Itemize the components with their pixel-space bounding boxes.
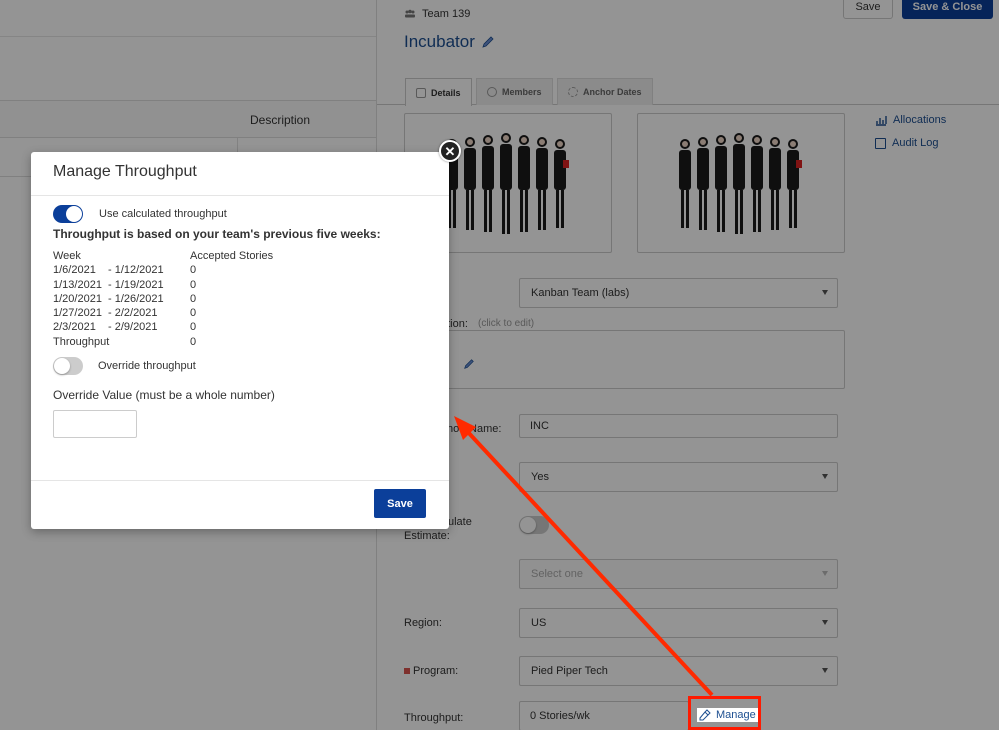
accepted-count: 0 — [190, 307, 197, 320]
use-calculated-toggle[interactable] — [53, 205, 83, 223]
toggle-knob — [66, 206, 82, 222]
column-header-week: Week — [53, 250, 81, 262]
manage-throughput-link[interactable]: Manage — [697, 708, 758, 722]
week-end: - 2/9/2021 — [108, 321, 158, 334]
throughput-total-label: Throughput — [53, 335, 110, 348]
manage-label: Manage — [716, 709, 756, 721]
week-end: - 1/12/2021 — [108, 264, 164, 277]
modal-footer-divider — [31, 480, 449, 481]
modal-title: Manage Throughput — [53, 163, 197, 180]
modal-header: Manage Throughput — [31, 152, 449, 196]
modal-save-button[interactable]: Save — [374, 489, 426, 518]
throughput-heading: Throughput is based on your team's previ… — [53, 227, 381, 241]
close-icon[interactable]: ✕ — [439, 140, 461, 162]
accepted-count: 0 — [190, 264, 197, 277]
week-start: 1/13/2021 — [53, 278, 102, 291]
week-end: - 1/26/2021 — [108, 292, 164, 305]
week-start: 2/3/2021 — [53, 321, 96, 334]
override-throughput-toggle[interactable] — [53, 357, 83, 375]
accepted-count: 0 — [190, 321, 197, 334]
override-value-input[interactable] — [53, 410, 137, 438]
week-start: 1/20/2021 — [53, 292, 102, 305]
use-calculated-label: Use calculated throughput — [99, 208, 227, 220]
throughput-total-value: 0 — [190, 335, 197, 348]
override-value-label: Override Value (must be a whole number) — [53, 388, 275, 402]
accepted-count: 0 — [190, 278, 197, 291]
accepted-count: 0 — [190, 292, 197, 305]
manage-throughput-modal: Manage Throughput ✕ Use calculated throu… — [31, 140, 461, 529]
week-start: 1/27/2021 — [53, 307, 102, 320]
eraser-edit-icon — [699, 709, 711, 721]
toggle-knob — [54, 358, 70, 374]
column-header-accepted: Accepted Stories — [190, 250, 274, 262]
week-end: - 2/2/2021 — [108, 307, 158, 320]
week-end: - 1/19/2021 — [108, 278, 164, 291]
week-start: 1/6/2021 — [53, 264, 96, 277]
override-throughput-label: Override throughput — [98, 360, 196, 372]
